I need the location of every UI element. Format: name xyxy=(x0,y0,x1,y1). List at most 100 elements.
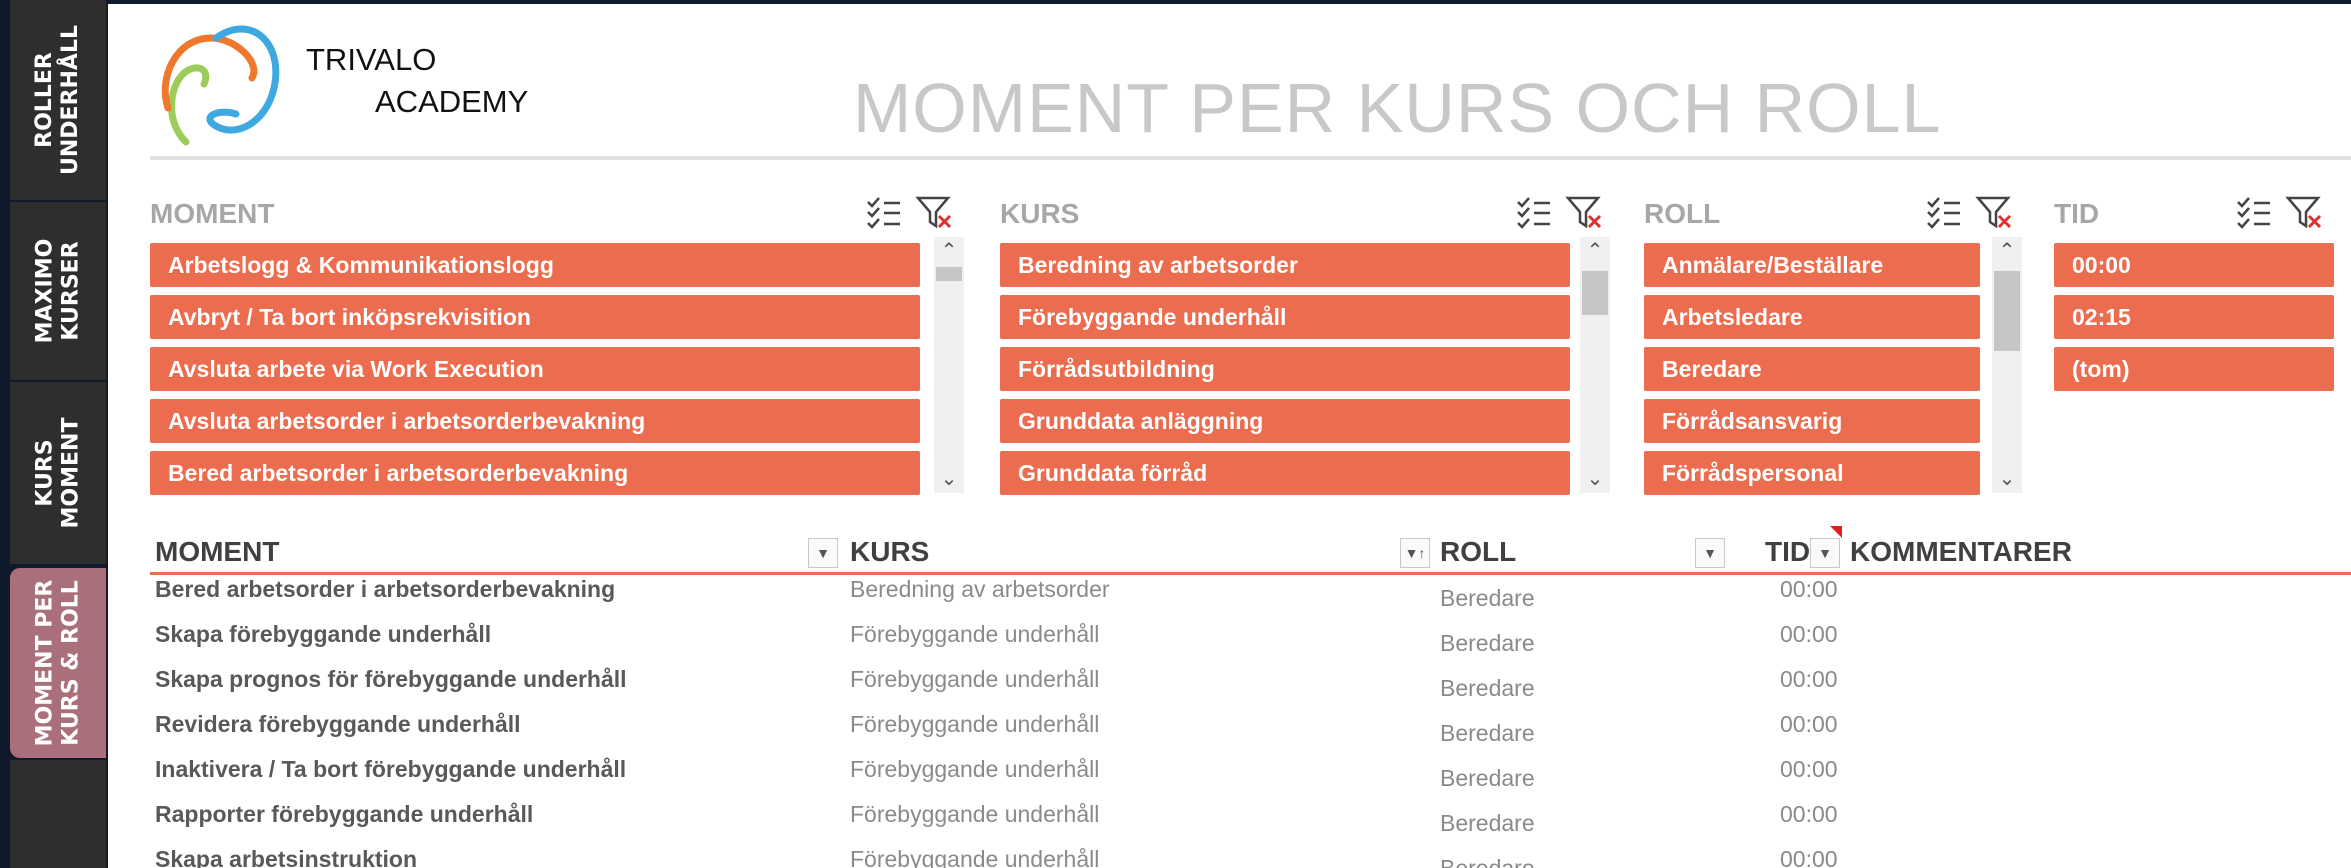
clear-filter-icon[interactable] xyxy=(914,192,954,232)
header-tid: TID xyxy=(1765,536,1811,567)
slicer-scrollbar[interactable]: ⌃ ⌄ xyxy=(1992,237,2022,493)
slicer-title: KURS xyxy=(1000,198,1080,229)
brand-line2: ACADEMY xyxy=(375,84,529,119)
slicer-item[interactable]: Förrådsansvarig xyxy=(1644,399,1980,443)
scroll-down-icon[interactable]: ⌄ xyxy=(1580,465,1610,493)
slicer-scrollbar[interactable]: ⌃ ⌄ xyxy=(934,237,964,493)
table-row[interactable]: Skapa arbetsinstruktion Förebyggande und… xyxy=(150,846,2351,868)
cell-kurs: Förebyggande underhåll xyxy=(850,711,1100,737)
sort-ascending-icon[interactable]: ▼↑ xyxy=(1400,538,1430,568)
tab-moment-per-kurs-roll[interactable]: MOMENT PER KURS & ROLL xyxy=(10,568,107,758)
slicer-item[interactable]: 02:15 xyxy=(2054,295,2334,339)
multiselect-icon[interactable] xyxy=(1924,192,1964,232)
slicer-item[interactable]: Arbetsledare xyxy=(1644,295,1980,339)
header-moment: MOMENT xyxy=(155,536,280,567)
cell-tid: 00:00 xyxy=(1780,621,1838,647)
slicer-item[interactable]: Arbetslogg & Kommunikationslogg xyxy=(150,243,920,287)
slicer-moment: MOMENT Arbetslogg & Kommunikationslogg A… xyxy=(150,184,964,495)
slicer-item[interactable]: Grunddata förråd xyxy=(1000,451,1570,495)
table-header: MOMENT ▼ KURS ▼↑ ROLL ▼ TID ▼ KOMMENTARE… xyxy=(150,526,2351,575)
brand-line1: TRIVALO xyxy=(306,42,437,77)
table-row[interactable]: Skapa prognos för förebyggande underhåll… xyxy=(150,666,2351,711)
cell-moment: Rapporter förebyggande underhåll xyxy=(155,801,534,827)
scroll-thumb[interactable] xyxy=(1994,271,2020,351)
table-row[interactable]: Inaktivera / Ta bort förebyggande underh… xyxy=(150,756,2351,801)
scroll-down-icon[interactable]: ⌄ xyxy=(934,465,964,493)
slicer-scrollbar[interactable]: ⌃ ⌄ xyxy=(1580,237,1610,493)
cell-moment: Revidera förebyggande underhåll xyxy=(155,711,521,737)
multiselect-icon[interactable] xyxy=(1514,192,1554,232)
cell-roll: Beredare xyxy=(1440,720,1535,746)
cell-tid: 00:00 xyxy=(1780,801,1838,827)
slicer-item[interactable]: Beredning av arbetsorder xyxy=(1000,243,1570,287)
slicer-item[interactable]: Förrådspersonal xyxy=(1644,451,1980,495)
tab-label: KURS MOMENT xyxy=(32,417,83,529)
table-row[interactable]: Rapporter förebyggande underhåll Förebyg… xyxy=(150,801,2351,846)
scroll-up-icon[interactable]: ⌃ xyxy=(1992,237,2022,265)
cell-kurs: Förebyggande underhåll xyxy=(850,666,1100,692)
slicer-title: MOMENT xyxy=(150,198,275,229)
slicer-title: ROLL xyxy=(1644,198,1721,229)
slicer-title: TID xyxy=(2054,198,2100,229)
scroll-thumb[interactable] xyxy=(1582,271,1608,315)
clear-filter-icon[interactable] xyxy=(1564,192,1604,232)
tab-label: MAXIMO KURSER xyxy=(32,238,84,344)
filter-dropdown-icon[interactable]: ▼ xyxy=(808,538,838,568)
cell-moment: Inaktivera / Ta bort förebyggande underh… xyxy=(155,756,627,782)
cell-roll: Beredare xyxy=(1440,855,1535,868)
slicer-item[interactable]: (tom) xyxy=(2054,347,2334,391)
multiselect-icon[interactable] xyxy=(864,192,904,232)
trivalo-logo xyxy=(161,25,280,146)
slicer-item[interactable]: Förrådsutbildning xyxy=(1000,347,1570,391)
cell-tid: 00:00 xyxy=(1780,666,1838,692)
slicer-item[interactable]: Avbryt / Ta bort inköpsrekvisition xyxy=(150,295,920,339)
tab-roller-underhall[interactable]: ROLLER UNDERHÅLL xyxy=(10,0,107,200)
filter-dropdown-icon[interactable]: ▼ xyxy=(1810,538,1840,568)
slicer-roll: ROLL Anmälare/Beställare Arbetsledare Be… xyxy=(1644,184,2124,495)
scroll-up-icon[interactable]: ⌃ xyxy=(1580,237,1610,265)
cell-moment: Skapa arbetsinstruktion xyxy=(155,846,418,868)
slicer-item[interactable]: Avsluta arbete via Work Execution xyxy=(150,347,920,391)
slicer-item[interactable]: Beredare xyxy=(1644,347,1980,391)
table-row[interactable]: Bered arbetsorder i arbetsorderbevakning… xyxy=(150,576,2351,621)
scroll-up-icon[interactable]: ⌃ xyxy=(934,237,964,265)
tab-maximo-kurser[interactable]: MAXIMO KURSER xyxy=(10,202,107,380)
cell-roll: Beredare xyxy=(1440,765,1535,791)
cell-tid: 00:00 xyxy=(1780,576,1838,602)
slicer-kurs: KURS Beredning av arbetsorder Förebyggan… xyxy=(1000,184,1720,495)
table-row[interactable]: Revidera förebyggande underhåll Förebygg… xyxy=(150,711,2351,756)
tab-kurs-moment[interactable]: KURS MOMENT xyxy=(10,382,107,564)
cell-moment: Bered arbetsorder i arbetsorderbevakning xyxy=(155,576,616,602)
slicer-item[interactable]: Avsluta arbetsorder i arbetsorderbevakni… xyxy=(150,399,920,443)
tab-label: ROLLER UNDERHÅLL xyxy=(32,25,84,175)
scroll-thumb[interactable] xyxy=(936,267,962,281)
cell-kurs: Förebyggande underhåll xyxy=(850,846,1100,868)
slicer-item[interactable]: Anmälare/Beställare xyxy=(1644,243,1980,287)
slicer-item[interactable]: 00:00 xyxy=(2054,243,2334,287)
cell-moment: Skapa förebyggande underhåll xyxy=(155,621,492,647)
header-kurs: KURS xyxy=(850,536,930,567)
multiselect-icon[interactable] xyxy=(2234,192,2274,232)
comment-marker-icon xyxy=(1830,526,1842,538)
dashboard-sheet: TRIVALO ACADEMY MOMENT PER KURS OCH ROLL… xyxy=(108,4,2351,868)
tab-label: MOMENT PER KURS & ROLL xyxy=(32,579,83,747)
filter-dropdown-icon[interactable]: ▼ xyxy=(1695,538,1725,568)
slicer-item[interactable]: Grunddata anläggning xyxy=(1000,399,1570,443)
page-title: MOMENT PER KURS OCH ROLL xyxy=(853,69,1942,147)
clear-filter-icon[interactable] xyxy=(1974,192,2014,232)
tab-blank[interactable] xyxy=(10,760,107,868)
title-divider xyxy=(150,156,2351,160)
cell-roll: Beredare xyxy=(1440,630,1535,656)
cell-tid: 00:00 xyxy=(1780,846,1838,868)
cell-kurs: Förebyggande underhåll xyxy=(850,621,1100,647)
table-row[interactable]: Skapa förebyggande underhåll Förebyggand… xyxy=(150,621,2351,666)
cell-kurs: Förebyggande underhåll xyxy=(850,801,1100,827)
cell-kurs: Beredning av arbetsorder xyxy=(850,576,1110,602)
scroll-down-icon[interactable]: ⌄ xyxy=(1992,465,2022,493)
slicer-item[interactable]: Bered arbetsorder i arbetsorderbevakning xyxy=(150,451,920,495)
header-kommentarer: KOMMENTARER xyxy=(1850,536,2072,567)
cell-roll: Beredare xyxy=(1440,810,1535,836)
cell-tid: 00:00 xyxy=(1780,756,1838,782)
slicer-item[interactable]: Förebyggande underhåll xyxy=(1000,295,1570,339)
clear-filter-icon[interactable] xyxy=(2284,192,2324,232)
